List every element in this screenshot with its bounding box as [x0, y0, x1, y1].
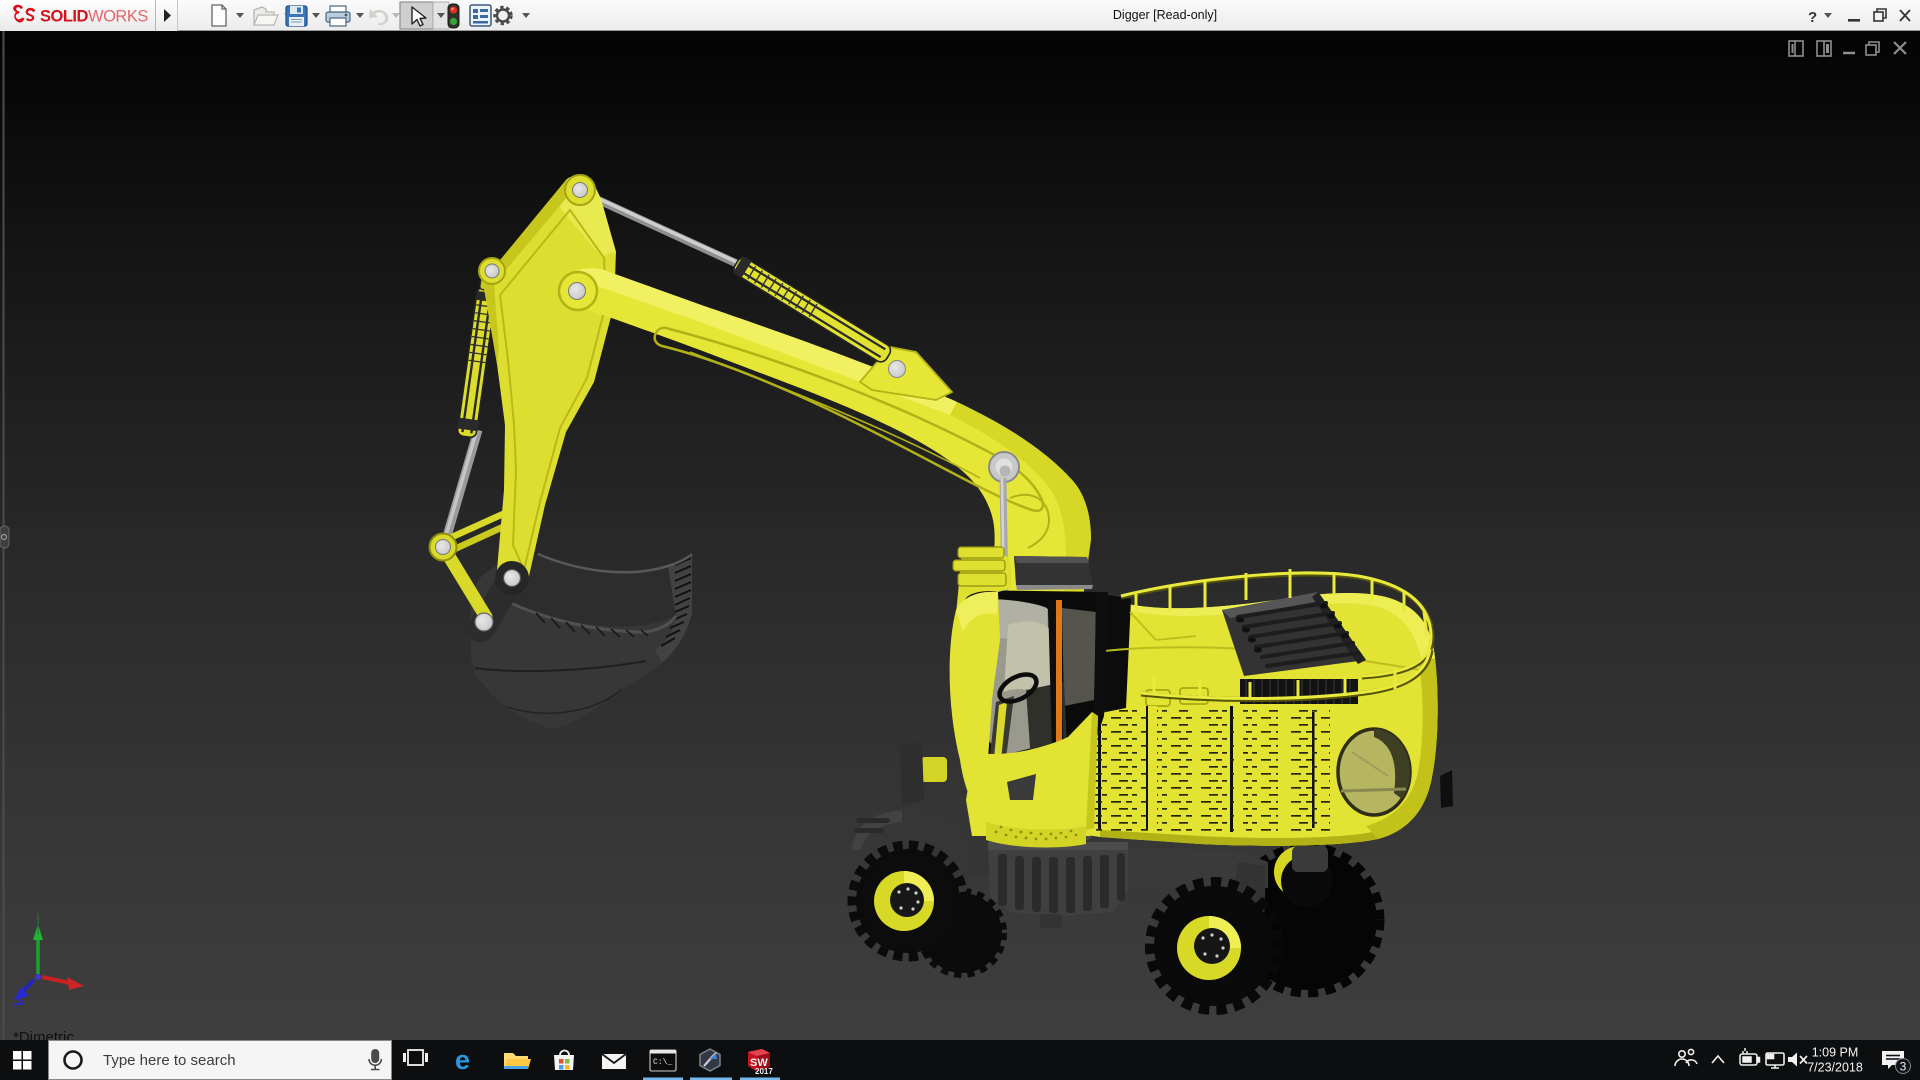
svg-text:?: ? [1808, 9, 1817, 26]
svg-text:2017: 2017 [755, 1067, 773, 1076]
svg-text:*Dimetric: *Dimetric [13, 1029, 74, 1040]
svg-text:7/23/2018: 7/23/2018 [1807, 1061, 1863, 1075]
svg-text:3: 3 [1900, 1060, 1907, 1074]
svg-text:WORKS: WORKS [88, 8, 148, 26]
svg-text:1:09 PM: 1:09 PM [1812, 1046, 1859, 1060]
svg-text:e: e [455, 1045, 470, 1075]
svg-text:C:\_: C:\_ [653, 1058, 672, 1067]
svg-text:SOLID: SOLID [40, 8, 89, 26]
